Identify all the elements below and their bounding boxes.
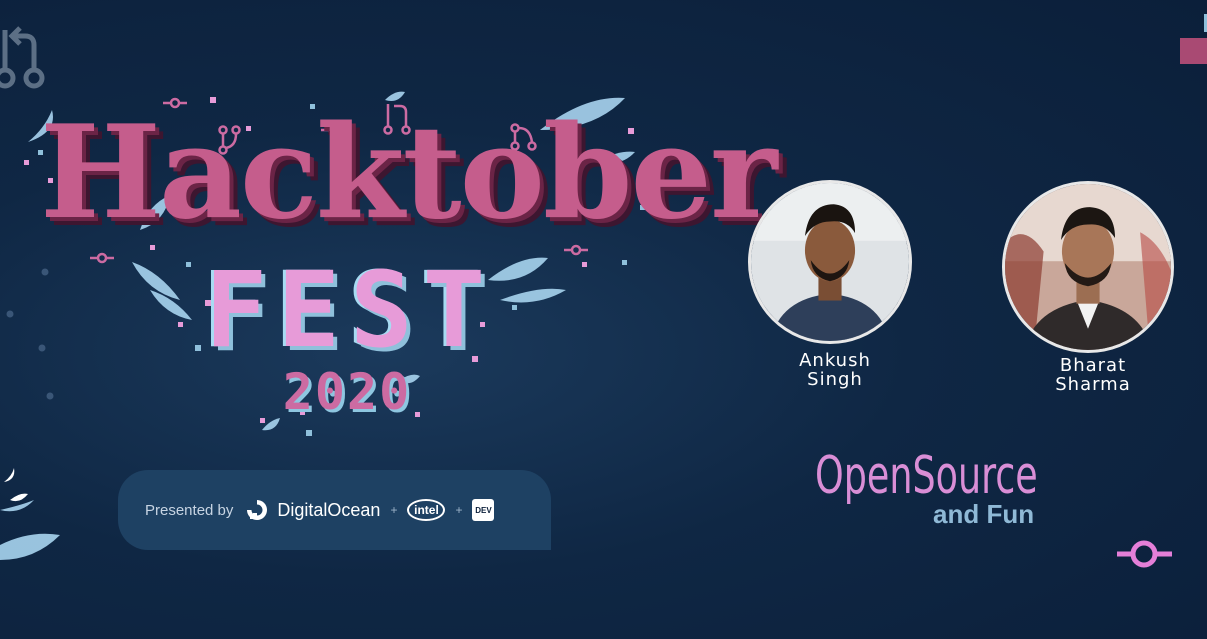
digitalocean-label: DigitalOcean xyxy=(277,499,381,520)
digitalocean-logo xyxy=(247,500,268,520)
person-photo xyxy=(1005,184,1171,350)
presented-by-label: Presented by xyxy=(145,501,234,519)
speaker-avatar-bharat xyxy=(1002,181,1174,353)
git-pull-request-icon xyxy=(0,26,45,89)
person-photo xyxy=(751,183,909,341)
event-year: 2020 xyxy=(282,363,412,421)
tagline-and-fun: and Fun xyxy=(933,499,1035,529)
speaker-first-name: Ankush xyxy=(799,350,871,371)
leaf-icon xyxy=(10,493,28,502)
faint-dots xyxy=(6,268,54,400)
leaf-icon xyxy=(4,468,15,482)
speaker-avatar-ankush xyxy=(748,180,912,344)
event-title-fest: FEST xyxy=(204,249,496,371)
plus-separator: + xyxy=(390,503,398,517)
speaker-first-name: Bharat xyxy=(1059,355,1127,376)
intel-logo: intel xyxy=(407,499,446,521)
speaker-name-ankush: Ankush Singh xyxy=(780,351,890,389)
sponsor-bar: Presented by DigitalOcean + intel + DEV xyxy=(118,470,551,550)
dev-logo: DEV xyxy=(472,499,495,521)
speaker-name-bharat: Bharat Sharma xyxy=(1038,356,1148,394)
pixel-square xyxy=(1180,38,1207,64)
git-commit-icon xyxy=(1117,540,1172,568)
speaker-last-name: Singh xyxy=(807,369,863,390)
plus-separator: + xyxy=(455,503,463,517)
speaker-last-name: Sharma xyxy=(1055,374,1131,395)
event-title-hacktober: Hacktober xyxy=(40,98,777,248)
